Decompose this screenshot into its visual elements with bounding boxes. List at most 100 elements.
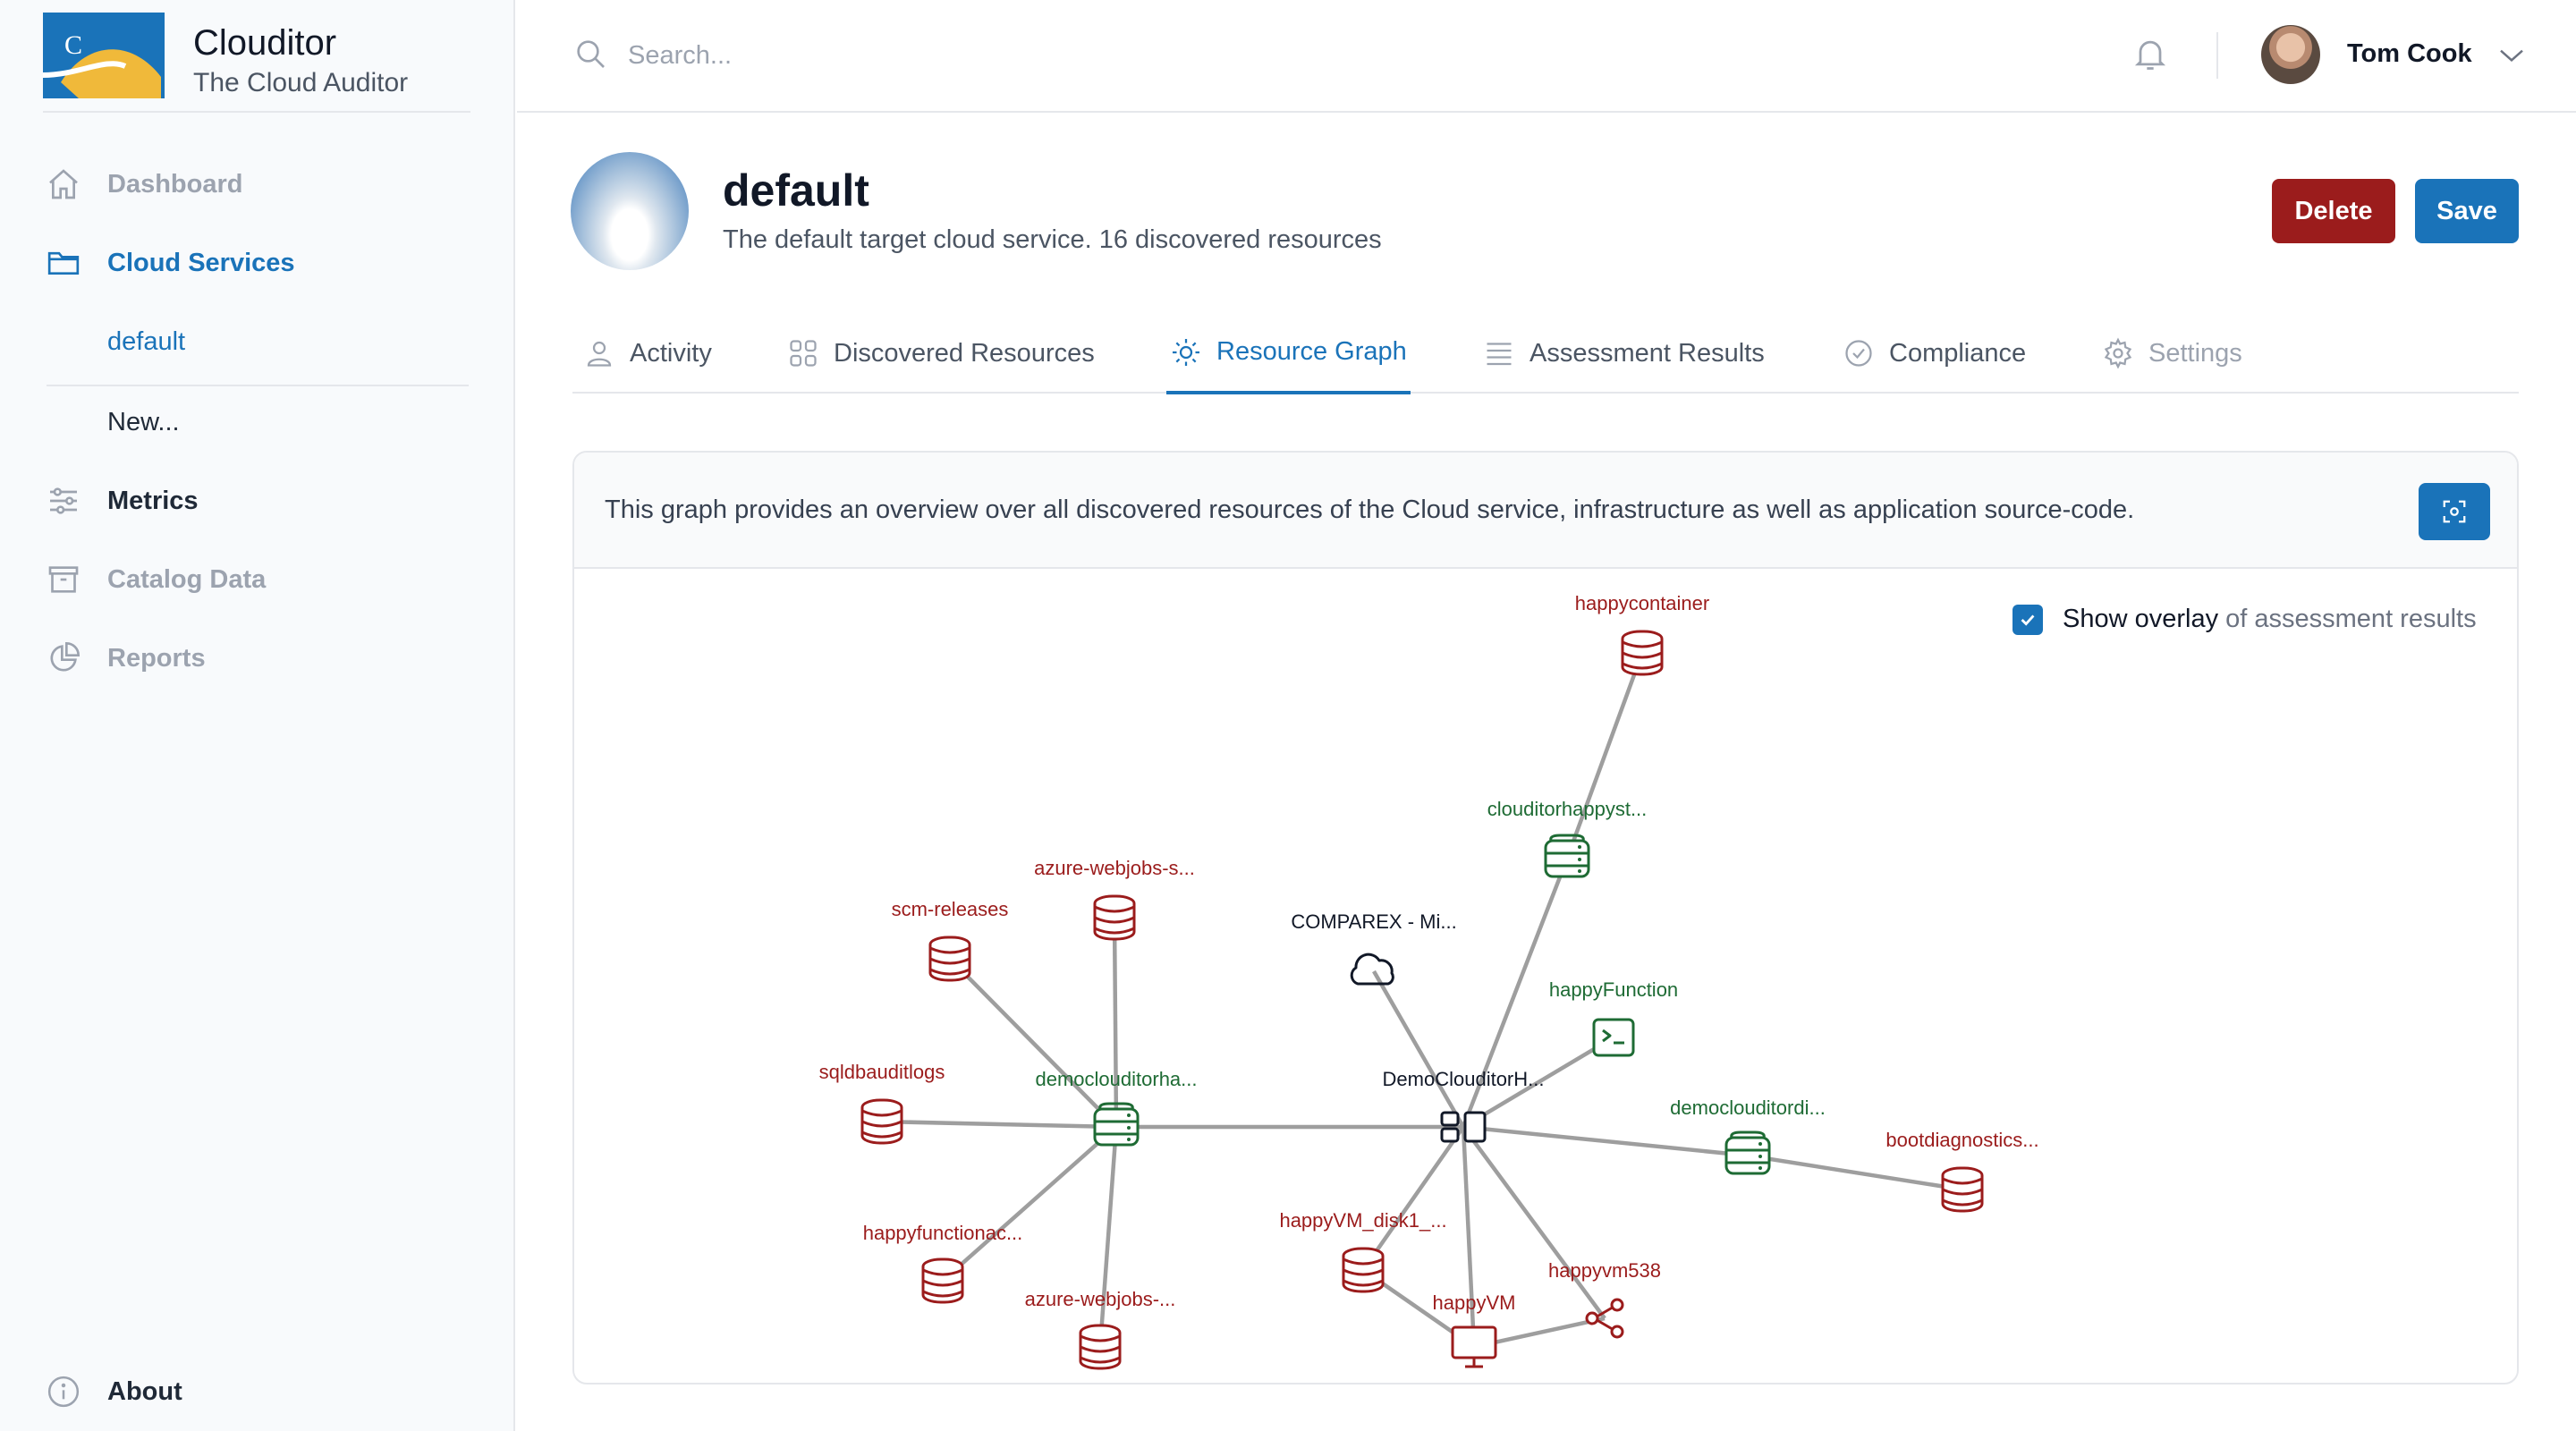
- tab-activity[interactable]: Activity: [580, 313, 716, 394]
- tab-label: Settings: [2148, 338, 2242, 368]
- storage-icon: [1093, 894, 1136, 941]
- sidebar-item-cloud-services[interactable]: Cloud Services: [43, 236, 472, 290]
- brand[interactable]: C Clouditor The Cloud Auditor: [43, 13, 470, 113]
- sidebar-item-label: Metrics: [107, 486, 199, 515]
- sidebar-item-metrics[interactable]: Metrics: [43, 474, 472, 528]
- tab-label: Assessment Results: [1530, 338, 1765, 368]
- resource-graph[interactable]: happycontainer clouditorhappyst... azure-w…: [574, 453, 2519, 1384]
- graph-node-label: bootdiagnostics...: [1885, 1129, 2038, 1151]
- storage-account-icon: [1724, 1130, 1771, 1175]
- storage-icon: [1079, 1324, 1122, 1370]
- graph-node-label: DemoClouditorH...: [1383, 1068, 1545, 1090]
- graph-node-label: democlouditordi...: [1670, 1097, 1826, 1119]
- graph-node-happycontainer[interactable]: happycontainer: [1575, 592, 1709, 676]
- overlay-label: Show overlay of assessment results: [2063, 605, 2477, 634]
- avatar[interactable]: [2261, 25, 2320, 84]
- app-name: Clouditor: [193, 23, 337, 63]
- app-subtitle: The Cloud Auditor: [193, 68, 409, 97]
- graph-edges: [881, 652, 1963, 1350]
- vm-icon: [1451, 1325, 1497, 1368]
- graph-edge: [941, 1125, 1118, 1283]
- delete-button[interactable]: Delete: [2272, 179, 2395, 243]
- page-description: The default target cloud service. 16 dis…: [723, 225, 1382, 254]
- graph-node-democlouditordi[interactable]: democlouditordi...: [1670, 1097, 1826, 1175]
- top-header: Tom Cook: [517, 0, 2576, 113]
- svg-text:C: C: [64, 30, 82, 60]
- graph-node-happyVM_disk1[interactable]: happyVM_disk1_...: [1279, 1209, 1447, 1293]
- graph-edge: [1462, 1125, 1606, 1320]
- chevron-down-icon[interactable]: [2497, 45, 2526, 71]
- storage-icon: [1941, 1166, 1984, 1213]
- graph-node-happyfunctionac[interactable]: happyfunctionac...: [863, 1222, 1023, 1304]
- storage-icon: [921, 1257, 964, 1304]
- graph-node-label: happycontainer: [1575, 592, 1709, 614]
- sidebar: C Clouditor The Cloud Auditor Dashboard …: [0, 0, 515, 1431]
- sidebar-subitem-default[interactable]: default: [107, 327, 185, 357]
- resource-graph-card: This graph provides an overview over all…: [572, 451, 2519, 1384]
- gear-icon: [2102, 337, 2134, 369]
- graph-edge: [1461, 1126, 1477, 1348]
- graph-node-label: happyVM: [1433, 1291, 1516, 1314]
- archive-icon: [43, 559, 84, 600]
- sidebar-item-catalog-data[interactable]: Catalog Data: [43, 553, 472, 606]
- graph-edge: [881, 1119, 1117, 1130]
- sun-icon: [1170, 336, 1202, 368]
- storage-icon: [928, 936, 971, 982]
- home-icon: [43, 164, 84, 205]
- tab-label: Activity: [630, 338, 712, 368]
- storage-account-icon: [1544, 834, 1590, 878]
- sidebar-item-reports[interactable]: Reports: [43, 631, 472, 685]
- bell-icon[interactable]: [2131, 34, 2170, 78]
- search-input[interactable]: [628, 27, 1433, 84]
- graph-node-scm-releases[interactable]: scm-releases: [892, 898, 1009, 982]
- info-icon: [43, 1371, 84, 1412]
- storage-icon: [860, 1098, 903, 1145]
- graph-edge: [948, 957, 1118, 1129]
- sidebar-item-about[interactable]: About: [43, 1365, 472, 1418]
- graph-node-clouditorhappyst[interactable]: clouditorhappyst...: [1487, 798, 1648, 878]
- graph-edge: [1747, 1153, 1963, 1192]
- sliders-icon: [43, 480, 84, 521]
- graph-node-label: clouditorhappyst...: [1487, 798, 1648, 820]
- tab-discovered-resources[interactable]: Discovered Resources: [784, 313, 1098, 394]
- tab-bar: Activity Discovered Resources Resource G…: [572, 313, 2519, 394]
- sidebar-subitem-new[interactable]: New...: [107, 408, 180, 437]
- tab-assessment-results[interactable]: Assessment Results: [1479, 313, 1768, 394]
- sidebar-item-label: Dashboard: [107, 169, 243, 199]
- sidebar-item-label: About: [107, 1376, 182, 1406]
- graph-node-sqldbauditlogs[interactable]: sqldbauditlogs: [819, 1061, 945, 1145]
- graph-edge: [1112, 917, 1119, 1128]
- user-name[interactable]: Tom Cook: [2347, 39, 2472, 69]
- function-icon: [1592, 1018, 1635, 1057]
- folder-icon: [43, 242, 84, 284]
- overlay-label-rest: of assessment results: [2218, 605, 2477, 633]
- overlay-label-bold: Show overlay: [2063, 605, 2219, 633]
- sidebar-divider: [47, 385, 469, 386]
- graph-node-label: azure-webjobs-s...: [1034, 857, 1195, 879]
- page-title: default: [723, 165, 869, 216]
- overlay-checkbox[interactable]: [2012, 605, 2043, 635]
- save-button[interactable]: Save: [2415, 179, 2519, 243]
- cloud-icon: [1350, 953, 1394, 986]
- graph-node-label: scm-releases: [892, 898, 1009, 920]
- tab-resource-graph[interactable]: Resource Graph: [1166, 313, 1411, 394]
- graph-node-azure-webjobs-s[interactable]: azure-webjobs-s...: [1034, 857, 1195, 941]
- graph-node-azure-webjobs-2[interactable]: azure-webjobs-...: [1025, 1288, 1176, 1370]
- graph-node-label: azure-webjobs-...: [1025, 1288, 1176, 1310]
- header-divider: [2216, 32, 2218, 79]
- storage-account-icon: [1093, 1102, 1140, 1147]
- pie-chart-icon: [43, 638, 84, 679]
- sidebar-item-dashboard[interactable]: Dashboard: [43, 157, 472, 211]
- graph-edge: [1097, 1126, 1119, 1348]
- graph-node-bootdiagnostics[interactable]: bootdiagnostics...: [1885, 1129, 2039, 1213]
- graph-edge: [1361, 1125, 1465, 1272]
- tab-compliance[interactable]: Compliance: [1839, 313, 2029, 394]
- tab-settings[interactable]: Settings: [2098, 313, 2246, 394]
- tab-label: Compliance: [1889, 338, 2027, 368]
- graph-node-happyFunction[interactable]: happyFunction: [1549, 978, 1678, 1057]
- graph-node-label: democlouditorha...: [1036, 1068, 1198, 1090]
- search-icon: [572, 36, 608, 76]
- graph-edge: [1462, 1124, 1749, 1158]
- user-icon: [583, 337, 615, 369]
- storage-icon: [1342, 1247, 1385, 1293]
